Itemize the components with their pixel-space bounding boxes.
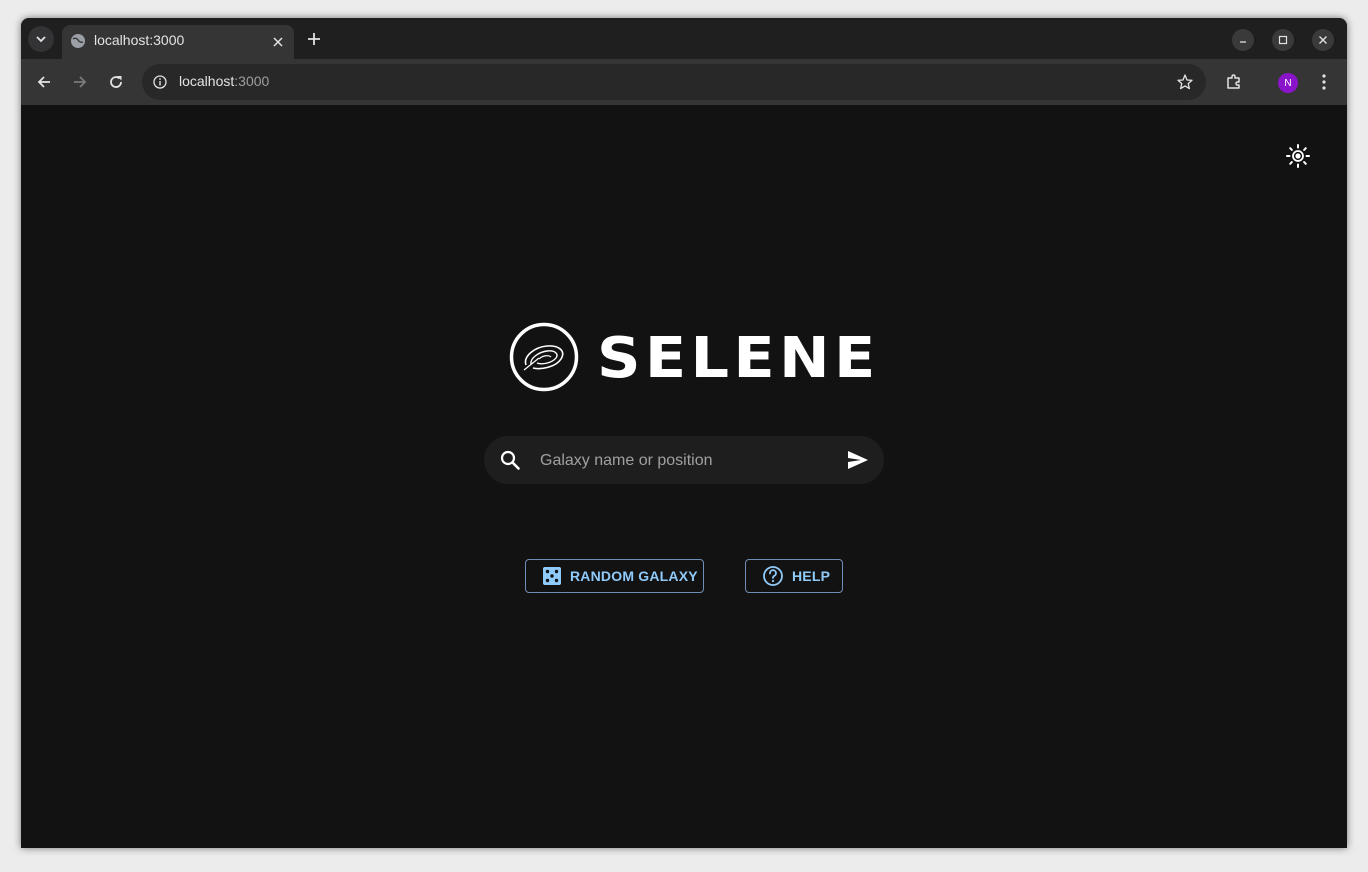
galaxy-logo-icon — [509, 322, 579, 392]
page-content: SELENE RANDOM GALAXY — [21, 105, 1347, 848]
globe-icon — [71, 34, 85, 48]
extensions-puzzle-icon[interactable] — [1224, 72, 1244, 92]
forward-arrow-icon[interactable] — [70, 72, 90, 92]
tab-title: localhost:3000 — [94, 32, 185, 48]
tab-strip: localhost:3000 — [21, 18, 1347, 59]
send-icon[interactable] — [846, 448, 870, 472]
plus-icon[interactable] — [304, 29, 324, 49]
chevron-down-icon — [36, 36, 46, 43]
browser-window: localhost:3000 localhost:3000 N SELENE G… — [21, 18, 1347, 848]
window-close-button[interactable] — [1312, 29, 1334, 51]
selene-logo: SELENE — [509, 322, 875, 394]
minimize-button[interactable] — [1232, 29, 1254, 51]
sun-icon[interactable] — [1285, 143, 1311, 169]
address-bar[interactable]: localhost:3000 — [142, 64, 1206, 100]
maximize-icon — [1278, 35, 1288, 45]
search-input[interactable] — [538, 446, 832, 476]
browser-toolbar: localhost:3000 N — [21, 59, 1347, 105]
info-icon[interactable] — [152, 74, 168, 90]
close-icon[interactable] — [270, 34, 286, 50]
profile-avatar[interactable]: N — [1278, 73, 1298, 93]
random-galaxy-button[interactable]: RANDOM GALAXY — [525, 559, 704, 593]
url-host: localhost — [179, 73, 235, 89]
maximize-button[interactable] — [1272, 29, 1294, 51]
galaxy-search-bar — [484, 436, 884, 484]
kebab-menu-icon[interactable] — [1314, 72, 1334, 92]
help-circle-icon — [763, 566, 783, 586]
close-icon — [1319, 36, 1327, 44]
minimize-icon — [1240, 41, 1246, 43]
back-arrow-icon[interactable] — [34, 72, 54, 92]
help-button[interactable]: HELP — [745, 559, 843, 593]
tab-search-button[interactable] — [28, 26, 54, 52]
tab-localhost[interactable]: localhost:3000 — [62, 25, 294, 59]
logo-wordmark: SELENE — [597, 326, 880, 391]
bookmark-star-icon[interactable] — [1176, 73, 1194, 91]
dice-icon — [543, 567, 561, 585]
reload-icon[interactable] — [106, 72, 126, 92]
random-galaxy-label: RANDOM GALAXY — [570, 568, 698, 584]
help-label: HELP — [792, 568, 831, 584]
url-text: localhost:3000 — [179, 73, 269, 89]
search-icon — [500, 450, 520, 470]
url-port: :3000 — [234, 73, 270, 89]
